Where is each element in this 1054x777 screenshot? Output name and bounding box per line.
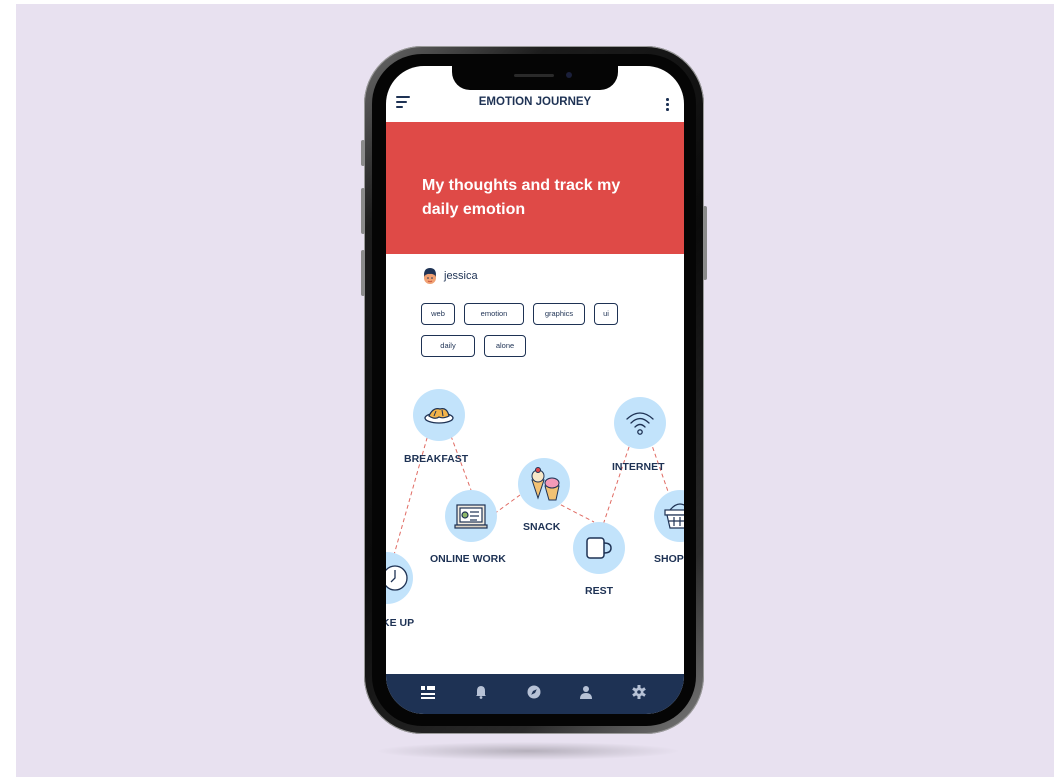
hero-banner: My thoughts and track my daily emotion — [386, 122, 684, 254]
tag-graphics[interactable]: graphics — [533, 303, 585, 325]
speaker-grille — [514, 74, 554, 77]
dashboard-icon[interactable] — [420, 684, 436, 700]
profile-icon[interactable] — [578, 684, 594, 700]
bottom-tab-bar — [386, 674, 684, 714]
phone-power-button — [703, 206, 707, 280]
emotion-journey-map: BREAKFAST INTERNET SNACK ONLINE WORK RES… — [386, 382, 684, 682]
node-circle-online-work[interactable] — [445, 490, 497, 542]
node-label-wake-up: KE UP — [386, 617, 415, 629]
phone-volume-up — [361, 188, 365, 234]
username: jessica — [444, 270, 478, 282]
avatar — [424, 268, 436, 284]
node-label-rest: REST — [585, 585, 614, 597]
node-circle-wake-up[interactable] — [386, 552, 413, 604]
tag-web[interactable]: web — [421, 303, 455, 325]
tag-emotion[interactable]: emotion — [464, 303, 524, 325]
more-options-icon[interactable] — [664, 96, 670, 112]
bell-icon[interactable] — [473, 684, 489, 700]
tag-ui[interactable]: ui — [594, 303, 618, 325]
phone-notch — [452, 66, 618, 90]
app-header: EMOTION JOURNEY — [386, 90, 684, 122]
settings-icon[interactable] — [631, 684, 647, 700]
clock-icon — [386, 565, 408, 591]
front-camera — [566, 72, 572, 78]
phone-shadow — [378, 742, 678, 760]
compass-icon[interactable] — [526, 684, 542, 700]
node-label-snack: SNACK — [523, 521, 561, 533]
node-label-breakfast: BREAKFAST — [404, 453, 469, 465]
app-screen: EMOTION JOURNEY My thoughts and track my… — [386, 66, 684, 714]
node-circle-snack[interactable] — [518, 458, 570, 510]
node-circle-rest[interactable] — [573, 522, 625, 574]
node-label-shop: SHOP — [654, 553, 684, 565]
node-circle-internet[interactable] — [614, 397, 666, 449]
node-label-online-work: ONLINE WORK — [430, 553, 506, 565]
node-label-internet: INTERNET — [612, 461, 665, 473]
phone-silent-switch — [361, 140, 365, 166]
laptop-icon — [454, 504, 488, 529]
tag-daily[interactable]: daily — [421, 335, 475, 357]
node-circle-breakfast[interactable] — [413, 389, 465, 441]
tag-alone[interactable]: alone — [484, 335, 526, 357]
hero-headline: My thoughts and track my daily emotion — [422, 177, 621, 218]
node-circle-shop[interactable] — [654, 490, 684, 542]
app-title: EMOTION JOURNEY — [478, 96, 592, 108]
phone-volume-down — [361, 250, 365, 296]
